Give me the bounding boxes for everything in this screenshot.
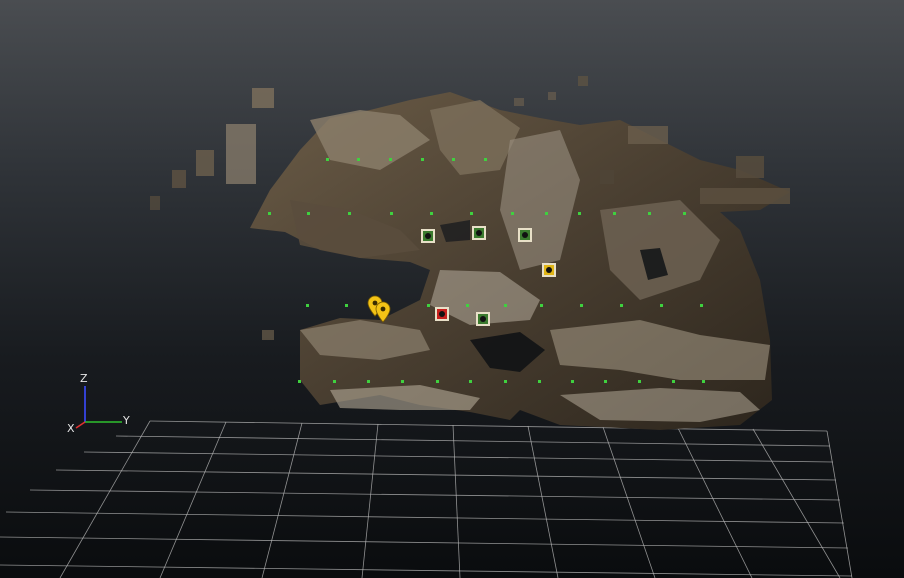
tie-point	[367, 380, 370, 383]
tie-point	[540, 304, 543, 307]
tie-point	[389, 158, 392, 161]
axis-gizmo: Z Y X	[67, 372, 130, 435]
tie-point	[545, 212, 548, 215]
marker-green-4[interactable]	[476, 312, 490, 326]
marker-green-3[interactable]	[518, 228, 532, 242]
tie-point	[307, 212, 310, 215]
axis-x-label: X	[67, 422, 75, 435]
tie-point	[613, 212, 616, 215]
tie-point	[504, 304, 507, 307]
tie-point	[683, 212, 686, 215]
marker-green-2[interactable]	[472, 226, 486, 240]
axis-z-label: Z	[80, 372, 88, 385]
tie-point	[326, 158, 329, 161]
tie-point	[436, 380, 439, 383]
marker-red-1[interactable]	[435, 307, 449, 321]
marker-green-1[interactable]	[421, 229, 435, 243]
ground-grid	[0, 420, 853, 578]
marker-yellow-1[interactable]	[542, 263, 556, 277]
tie-point	[511, 212, 514, 215]
tie-point	[660, 304, 663, 307]
tie-point	[470, 212, 473, 215]
tie-point	[427, 304, 430, 307]
tie-point	[306, 304, 309, 307]
tie-point	[452, 158, 455, 161]
tie-point	[620, 304, 623, 307]
tie-point	[648, 212, 651, 215]
3d-viewport[interactable]: Z Y X	[0, 0, 904, 578]
tie-point	[357, 158, 360, 161]
tie-point	[466, 304, 469, 307]
tie-point	[538, 380, 541, 383]
tie-point	[672, 380, 675, 383]
scene-canvas[interactable]: Z Y X	[0, 0, 904, 578]
tie-point	[421, 158, 424, 161]
tie-point	[348, 212, 351, 215]
tie-point	[484, 158, 487, 161]
axis-y-label: Y	[122, 414, 130, 427]
point-cloud-model[interactable]	[150, 76, 790, 430]
tie-point	[469, 380, 472, 383]
tie-point	[700, 304, 703, 307]
tie-point	[430, 212, 433, 215]
tie-point	[345, 304, 348, 307]
tie-point	[580, 304, 583, 307]
tie-point	[390, 212, 393, 215]
tie-point	[578, 212, 581, 215]
tie-point	[333, 380, 336, 383]
tie-point	[571, 380, 574, 383]
tie-point	[638, 380, 641, 383]
tie-point	[604, 380, 607, 383]
tie-point	[504, 380, 507, 383]
tie-point	[268, 212, 271, 215]
tie-point	[298, 380, 301, 383]
tie-point	[702, 380, 705, 383]
tie-point	[401, 380, 404, 383]
